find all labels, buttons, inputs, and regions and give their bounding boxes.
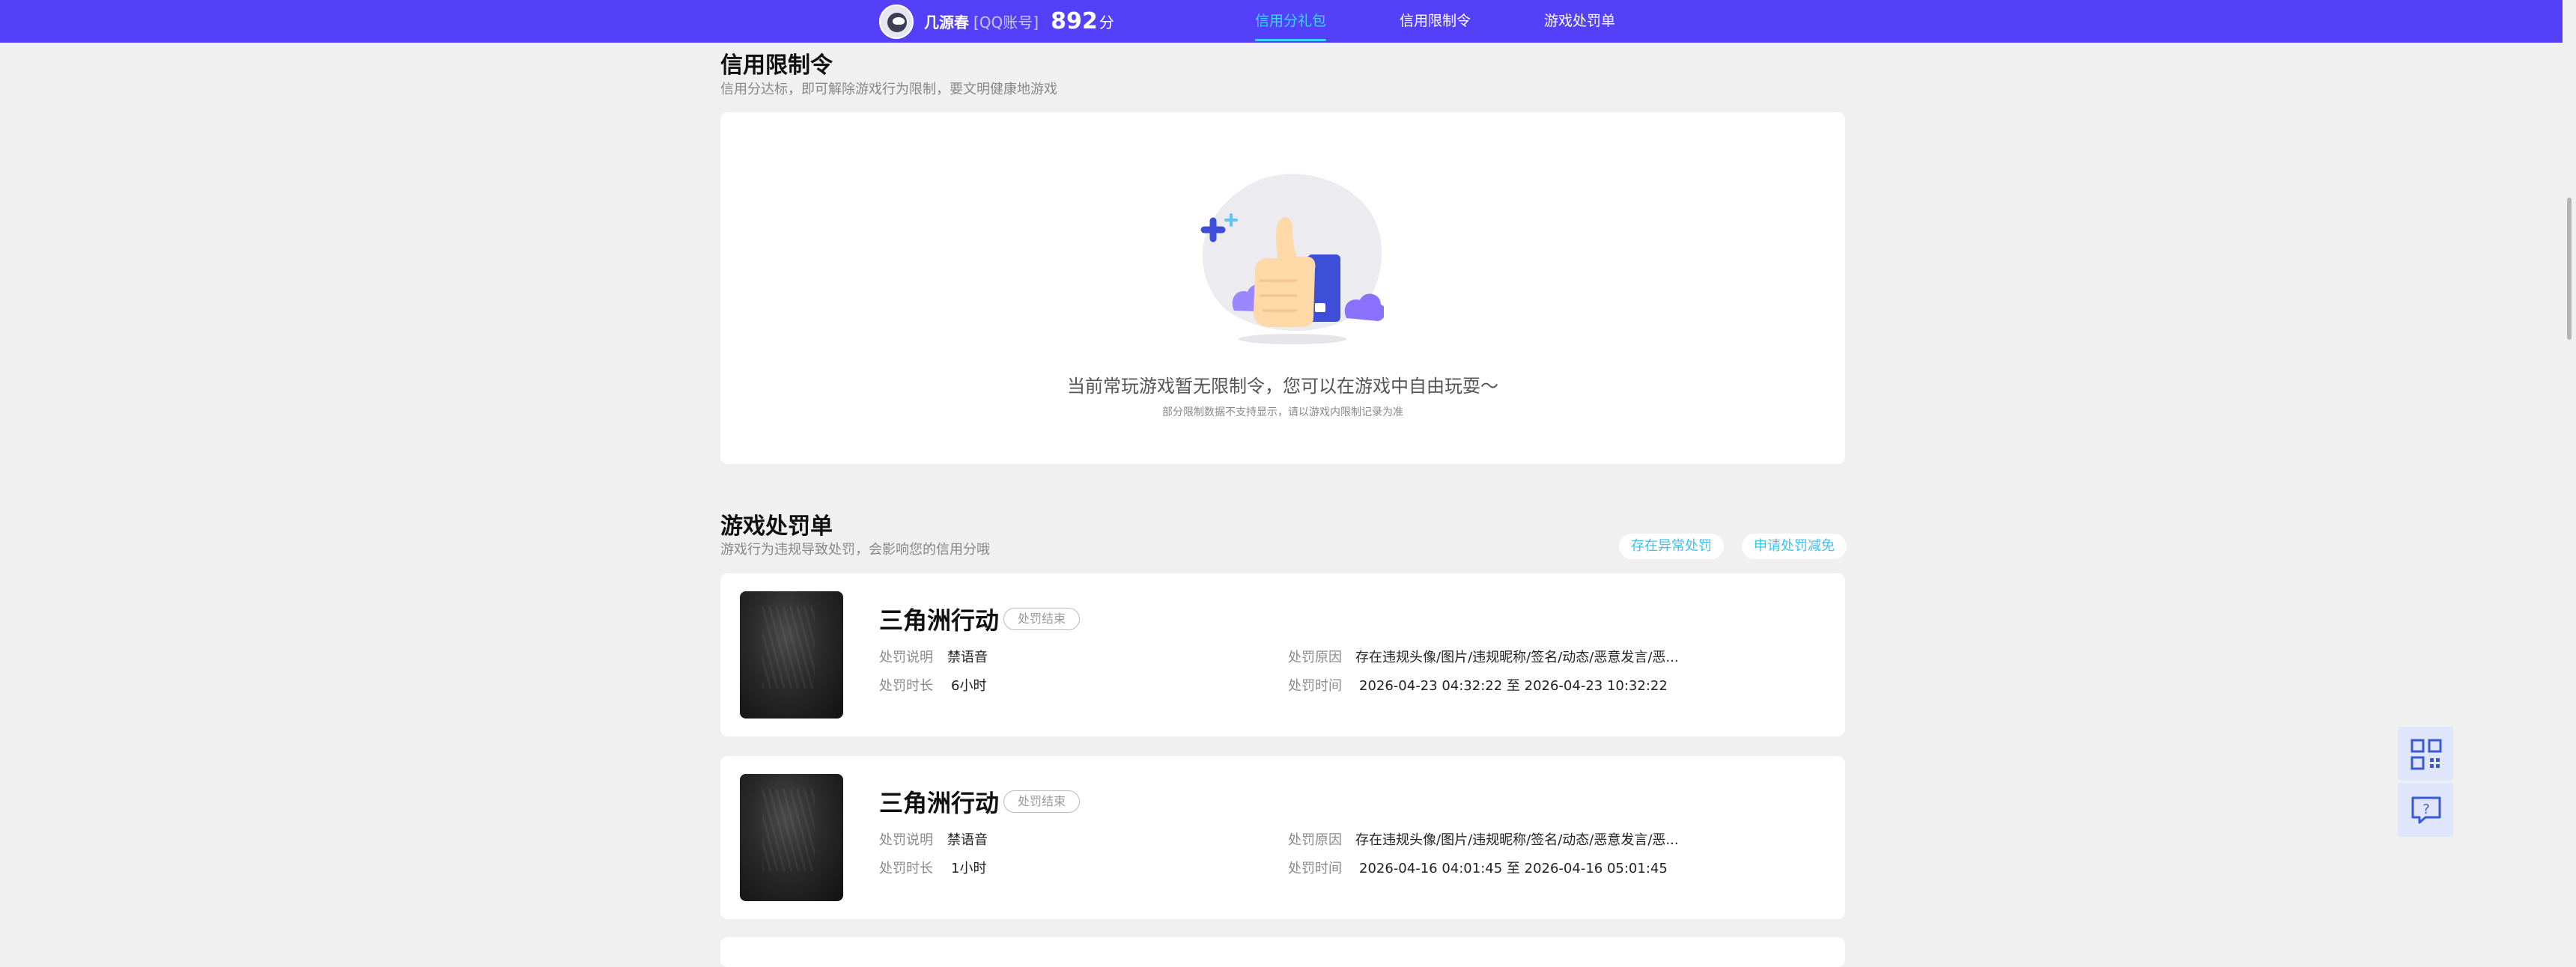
time-label: 处罚时间 [1288,678,1342,694]
scrollbar-thumb[interactable] [2567,198,2572,340]
reason-label: 处罚原因 [1288,832,1342,848]
tab-credit-gift[interactable]: 信用分礼包 [1255,0,1327,43]
top-nav-bar: 几源春 [QQ账号] 892 分 信用分礼包 信用限制令 游戏处罚单 [0,0,2576,43]
duration-value: 6小时 [951,678,987,694]
scrollbar-track[interactable] [2563,0,2576,951]
duration-value: 1小时 [951,861,987,876]
description-value: 禁语音 [947,650,988,665]
thumbs-up-illustration [1200,174,1384,344]
appeal-penalty-button[interactable]: 申请处罚减免 [1742,534,1847,559]
penalty-section-title: 游戏处罚单 [720,513,833,540]
game-cover-image [740,774,843,901]
status-badge: 处罚结束 [1003,608,1081,630]
game-name: 三角洲行动 [879,789,1000,817]
description-label: 处罚说明 [879,832,933,848]
qr-code-button[interactable] [2398,727,2453,781]
credit-score: 892 [1051,8,1098,34]
penalty-section-subtitle: 游戏行为违规导致处罚，会影响您的信用分哦 [720,542,990,558]
penalty-card[interactable]: 三角洲行动 处罚结束 处罚说明 禁语音 处罚时长 6小时 处罚原因 存在违规头像… [720,573,1845,736]
time-value: 2026-04-16 04:01:45 至 2026-04-16 05:01:4… [1359,861,1668,876]
penalty-card[interactable] [720,937,1845,967]
account-type: [QQ账号] [973,13,1039,31]
reason-value: 存在违规头像/图片/违规昵称/签名/动态/恶意发言/恶... [1355,832,1679,848]
qr-code-icon [2411,739,2442,770]
help-button[interactable]: ? [2398,783,2453,837]
game-cover-image [740,591,843,719]
username: 几源春 [924,13,969,31]
time-label: 处罚时间 [1288,861,1342,876]
description-label: 处罚说明 [879,650,933,665]
duration-label: 处罚时长 [879,861,933,876]
status-badge: 处罚结束 [1003,790,1081,813]
description-value: 禁语音 [947,832,988,848]
duration-label: 处罚时长 [879,678,933,694]
credit-score-unit: 分 [1099,13,1114,31]
reason-label: 处罚原因 [1288,650,1342,665]
empty-state-note: 部分限制数据不支持显示，请以游戏内限制记录为准 [1162,406,1403,418]
game-name: 三角洲行动 [879,606,1000,635]
empty-state-message: 当前常玩游戏暂无限制令，您可以在游戏中自由玩耍～ [1067,376,1498,397]
reason-value: 存在违规头像/图片/违规昵称/签名/动态/恶意发言/恶... [1355,650,1679,665]
restriction-section-subtitle: 信用分达标，即可解除游戏行为限制，要文明健康地游戏 [720,82,1057,97]
avatar[interactable] [879,4,914,39]
time-value: 2026-04-23 04:32:22 至 2026-04-23 10:32:2… [1359,678,1668,694]
restriction-section-title: 信用限制令 [720,52,833,79]
svg-text:?: ? [2422,802,2430,817]
tab-game-penalty[interactable]: 游戏处罚单 [1544,0,1615,43]
help-chat-icon: ? [2411,796,2441,824]
penalty-card[interactable]: 三角洲行动 处罚结束 处罚说明 禁语音 处罚时长 1小时 处罚原因 存在违规头像… [720,756,1845,919]
abnormal-penalty-button[interactable]: 存在异常处罚 [1619,534,1724,559]
user-info: 几源春 [QQ账号] 892 分 [879,4,1114,39]
tab-credit-restriction[interactable]: 信用限制令 [1400,0,1471,43]
